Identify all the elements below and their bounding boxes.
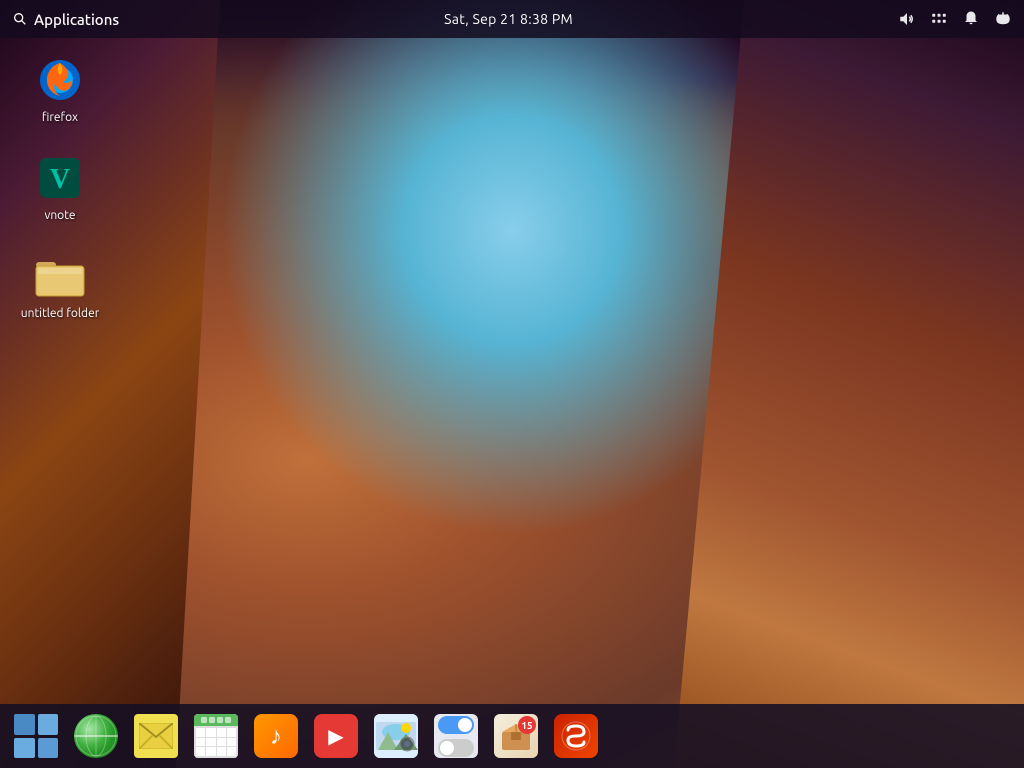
desktop: Applications Sat, Sep 21 8:38 PM [0, 0, 1024, 768]
dock-item-music[interactable]: ♪ [248, 708, 304, 764]
softmaker-icon [554, 714, 598, 758]
dock-item-browser[interactable] [68, 708, 124, 764]
vnote-label: vnote [44, 209, 75, 222]
applications-menu-button[interactable]: Applications [34, 11, 119, 28]
bell-icon[interactable] [962, 10, 980, 28]
packages-badge: 15 [518, 716, 536, 734]
spreadsheet-icon [194, 714, 238, 758]
volume-icon[interactable] [898, 10, 916, 28]
network-icon[interactable] [930, 10, 948, 28]
taskbar: ♪ [0, 704, 1024, 768]
photos-icon [374, 714, 418, 758]
multitask-icon [14, 714, 58, 758]
firefox-icon-image [34, 54, 86, 106]
desktop-icons: firefox V vnote [15, 50, 105, 324]
power-icon[interactable] [994, 10, 1012, 28]
music-icon: ♪ [254, 714, 298, 758]
firefox-label: firefox [42, 111, 78, 124]
dock-item-mail[interactable] [128, 708, 184, 764]
search-icon[interactable] [12, 11, 28, 27]
untitled-folder-icon[interactable]: untitled folder [15, 246, 105, 324]
dock-item-media[interactable] [308, 708, 364, 764]
mail-icon [134, 714, 178, 758]
panel-right [898, 10, 1012, 28]
vnote-icon-image: V [34, 152, 86, 204]
toggle-icon [434, 714, 478, 758]
folder-icon-image [34, 250, 86, 302]
globe-icon [74, 714, 118, 758]
dock-item-photos[interactable] [368, 708, 424, 764]
vnote-icon-desktop[interactable]: V vnote [15, 148, 105, 226]
svg-text:V: V [50, 164, 70, 195]
packages-icon: 15 [494, 714, 538, 758]
datetime-display: Sat, Sep 21 8:38 PM [444, 11, 573, 27]
panel-left: Applications [12, 11, 119, 28]
media-icon [314, 714, 358, 758]
dock-item-softmaker[interactable] [548, 708, 604, 764]
dock-item-packages[interactable]: 15 [488, 708, 544, 764]
dock-item-multitasking[interactable] [8, 708, 64, 764]
dock-item-spreadsheet[interactable] [188, 708, 244, 764]
folder-label: untitled folder [21, 307, 100, 320]
top-panel: Applications Sat, Sep 21 8:38 PM [0, 0, 1024, 38]
dock-item-settings[interactable] [428, 708, 484, 764]
firefox-icon-desktop[interactable]: firefox [15, 50, 105, 128]
